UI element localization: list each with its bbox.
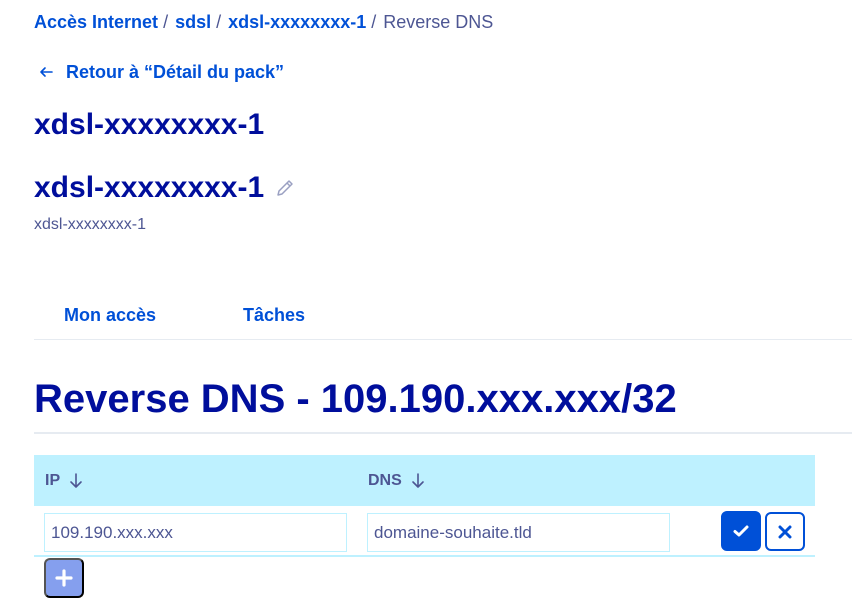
- breadcrumb-link-service[interactable]: xdsl-xxxxxxxx-1: [228, 12, 366, 33]
- breadcrumb-separator: /: [371, 11, 377, 32]
- plus-icon: [55, 569, 73, 587]
- breadcrumb: Accès Internet / sdsl / xdsl-xxxxxxxx-1 …: [34, 10, 493, 34]
- pencil-icon[interactable]: [274, 177, 296, 199]
- tab-tasks[interactable]: Tâches: [243, 292, 305, 338]
- service-title-row: xdsl-xxxxxxxx-1: [34, 168, 296, 208]
- column-header-dns[interactable]: DNS: [368, 455, 425, 506]
- close-icon: [778, 525, 792, 538]
- confirm-button[interactable]: [721, 511, 761, 551]
- arrow-down-icon: [411, 472, 424, 488]
- tab-my-access[interactable]: Mon accès: [64, 292, 156, 338]
- column-header-label: IP: [45, 471, 61, 489]
- breadcrumb-separator: /: [216, 11, 222, 32]
- cancel-button[interactable]: [765, 512, 805, 551]
- column-header-label: DNS: [368, 471, 402, 489]
- tab-bar: Mon accès Tâches: [34, 292, 852, 340]
- reverse-dns-table: IP DNS: [34, 455, 815, 557]
- breadcrumb-link-sdsl[interactable]: sdsl: [175, 12, 211, 33]
- section-title: Reverse DNS - 109.190.xxx.xxx/32: [34, 374, 852, 434]
- breadcrumb-separator: /: [163, 11, 169, 32]
- breadcrumb-link-internet-access[interactable]: Accès Internet: [34, 12, 158, 33]
- column-header-ip[interactable]: IP: [45, 455, 83, 506]
- back-link-label: Retour à “Détail du pack”: [66, 61, 285, 82]
- check-icon: [733, 525, 749, 537]
- service-title: xdsl-xxxxxxxx-1: [34, 171, 265, 204]
- table-header: IP DNS: [34, 455, 815, 506]
- ip-input[interactable]: [44, 513, 347, 552]
- add-row-button[interactable]: [44, 558, 84, 598]
- service-subtitle: xdsl-xxxxxxxx-1: [34, 216, 147, 233]
- arrow-left-icon: [40, 67, 53, 77]
- back-link[interactable]: Retour à “Détail du pack”: [38, 60, 284, 84]
- dns-input[interactable]: [367, 513, 670, 552]
- table-row: [34, 506, 815, 557]
- arrow-down-icon: [70, 472, 82, 488]
- breadcrumb-current: Reverse DNS: [383, 11, 494, 32]
- page-title: xdsl-xxxxxxxx-1: [34, 108, 265, 141]
